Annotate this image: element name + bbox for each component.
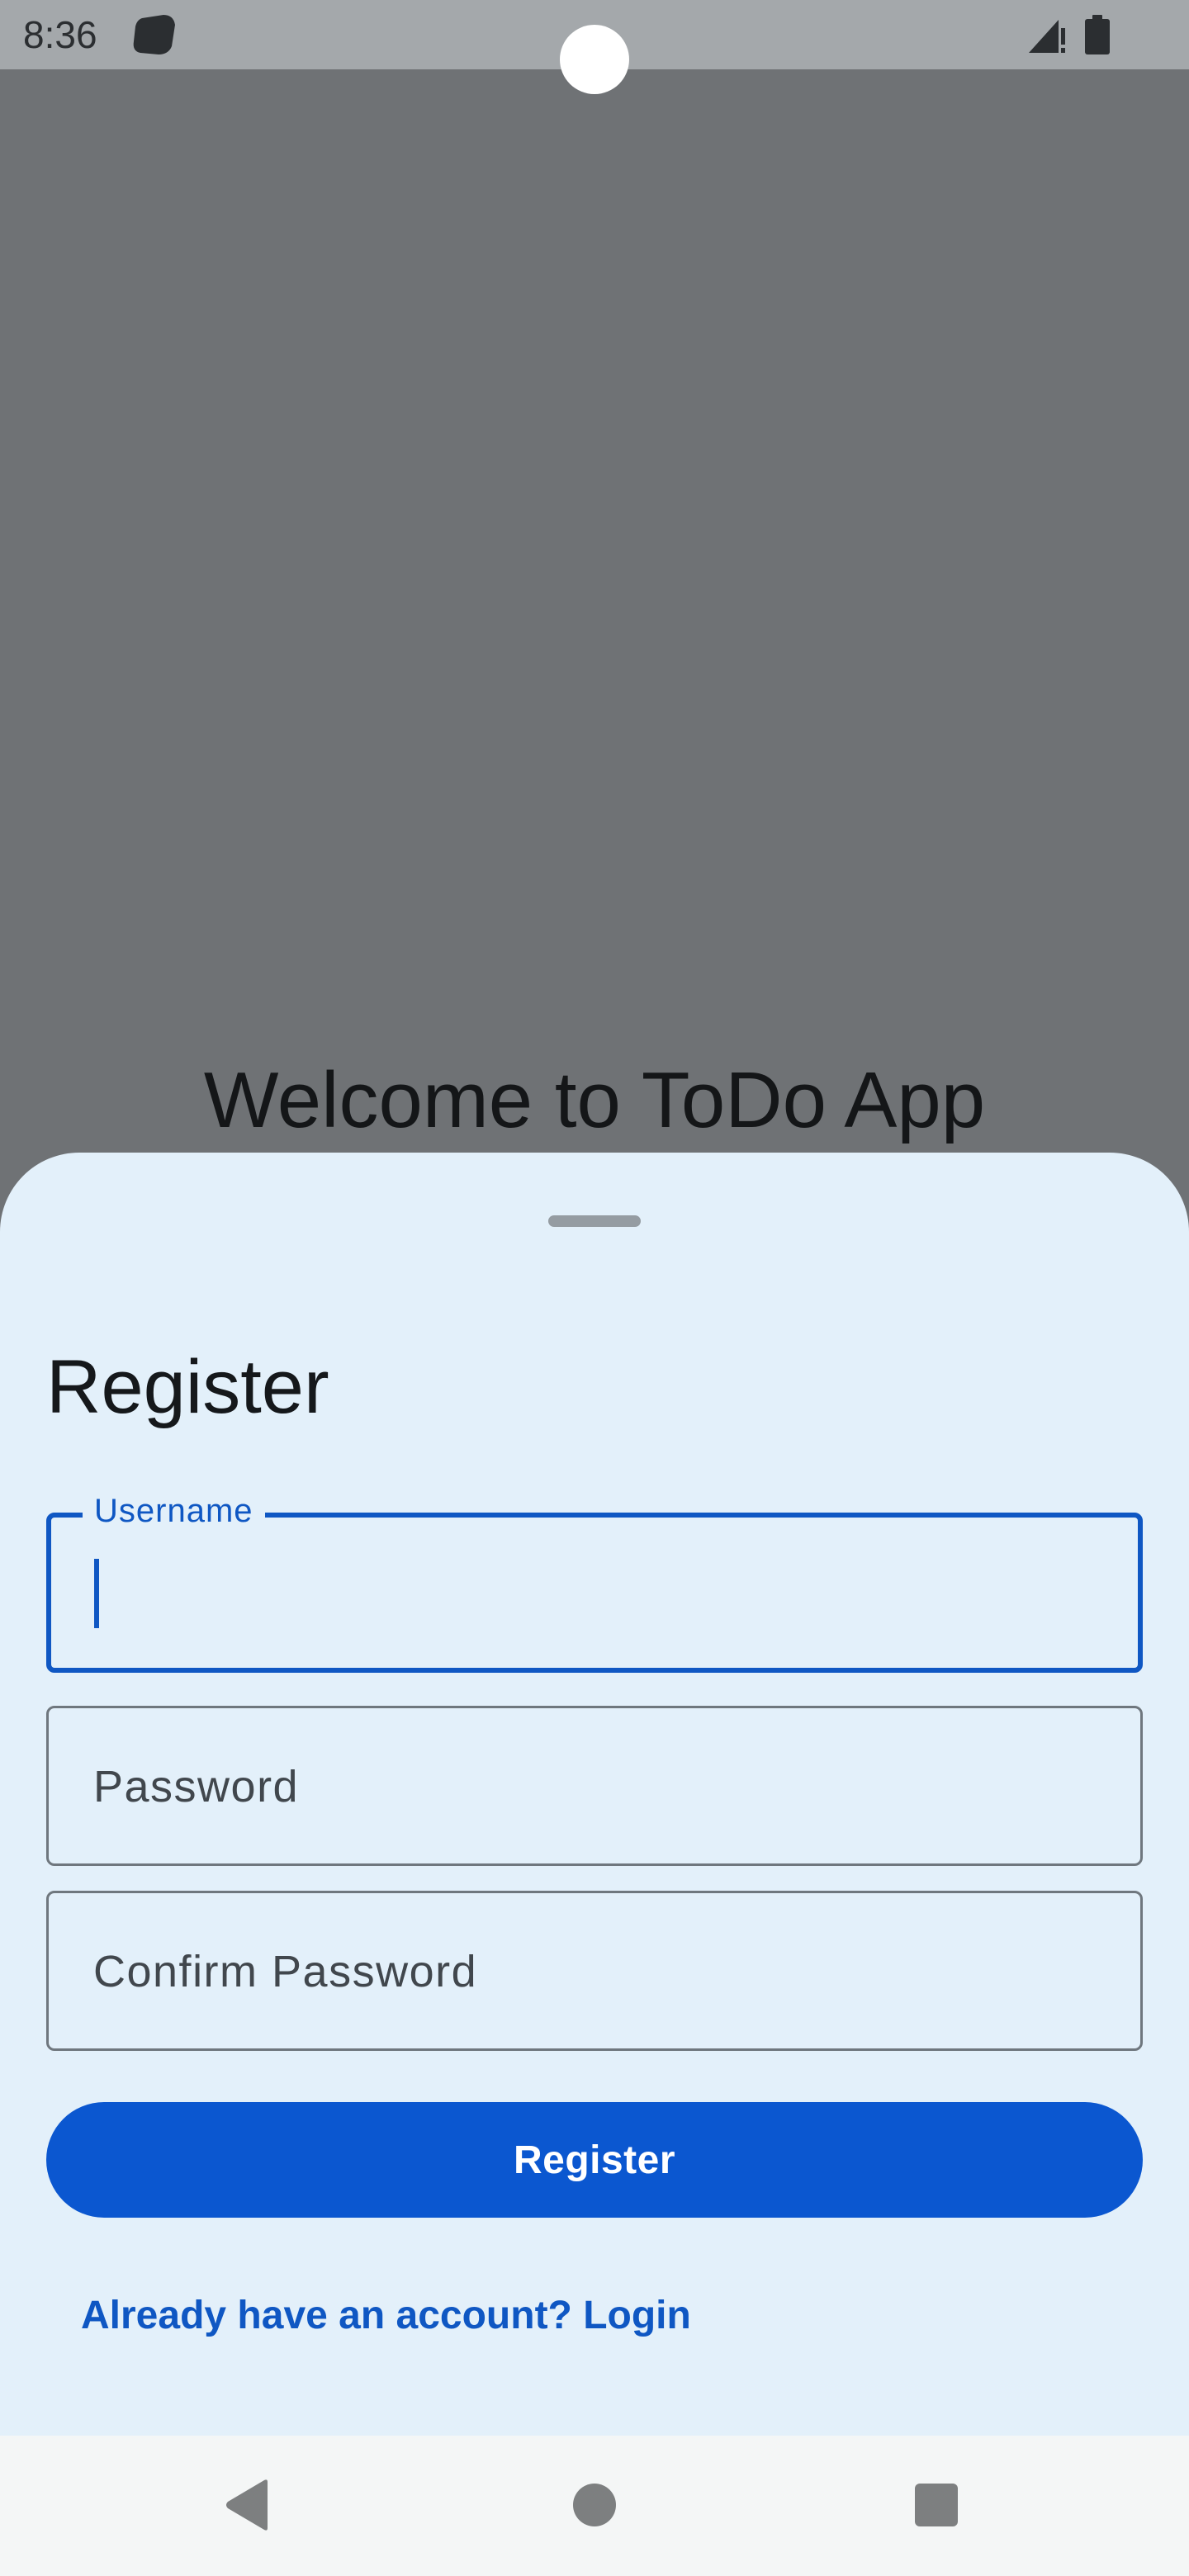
text-cursor (94, 1559, 99, 1628)
navigation-bar (0, 2436, 1189, 2576)
confirm-password-placeholder: Confirm Password (93, 1947, 478, 1996)
confirm-password-field[interactable]: Confirm Password (46, 1891, 1143, 2051)
back-icon[interactable] (225, 2479, 271, 2531)
register-title: Register (46, 1345, 329, 1429)
app-notification-icon (133, 15, 175, 54)
home-icon[interactable] (573, 2484, 616, 2526)
camera-cutout (560, 25, 629, 94)
battery-icon (1085, 15, 1110, 54)
password-field[interactable]: Password (46, 1706, 1143, 1866)
username-label: Username (83, 1488, 265, 1534)
signal-icon (1029, 20, 1065, 53)
recents-icon[interactable] (915, 2484, 958, 2526)
password-placeholder: Password (93, 1762, 300, 1811)
username-field[interactable]: Username (46, 1488, 1143, 1673)
welcome-title: Welcome to ToDo App (203, 1056, 986, 1144)
status-time: 8:36 (23, 13, 97, 56)
register-bottom-sheet: Register Username Password Confirm Passw… (0, 1153, 1189, 2436)
drag-handle[interactable] (548, 1215, 641, 1227)
register-button[interactable]: Register (46, 2102, 1143, 2218)
screen: 8:36 Welcome to ToDo App Register Userna… (0, 0, 1189, 2576)
login-link[interactable]: Already have an account? Login (81, 2290, 691, 2342)
